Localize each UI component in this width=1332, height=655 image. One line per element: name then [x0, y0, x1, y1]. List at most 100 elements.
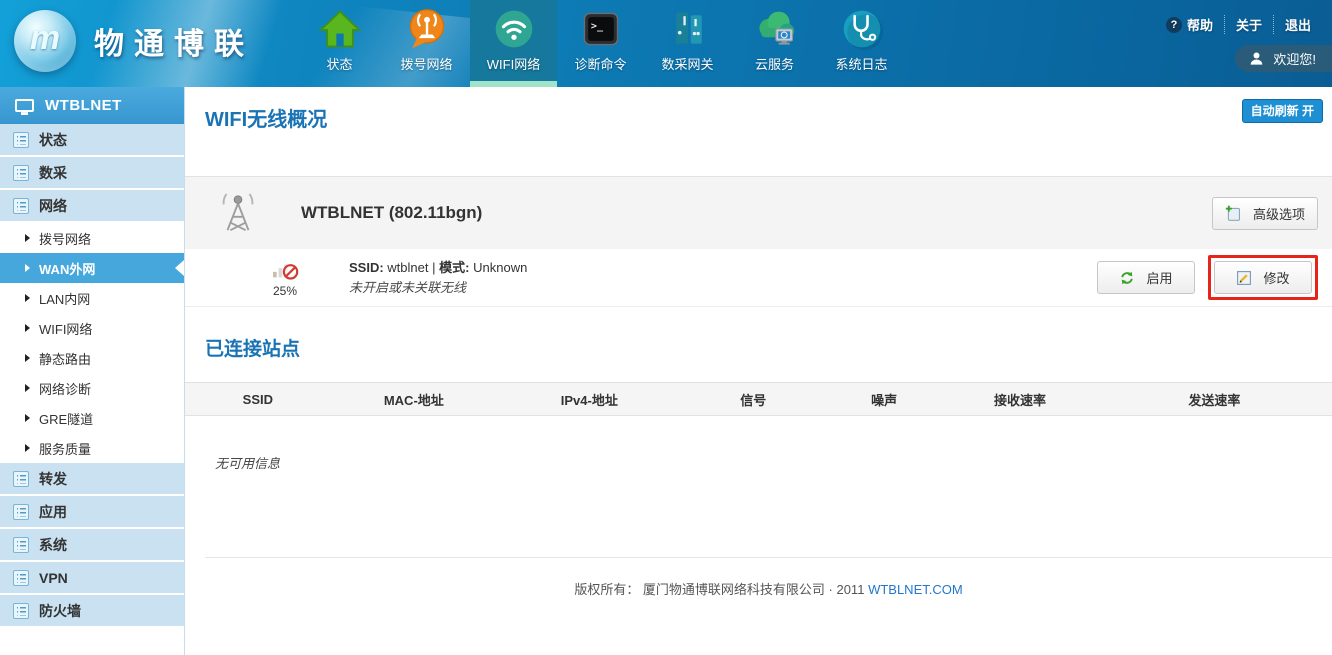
broadcast-bubble-icon	[405, 5, 449, 53]
list-icon	[13, 603, 29, 619]
edit-icon	[1236, 270, 1252, 286]
table-header-row: SSID MAC-地址 IPv4-地址 信号 噪声 接收速率 发送速率	[185, 383, 1332, 416]
tab-diagnostic-commands[interactable]: >_ 诊断命令	[557, 0, 644, 87]
sidebar-item-applications[interactable]: 应用	[0, 496, 184, 529]
welcome-badge[interactable]: 欢迎您!	[1235, 45, 1332, 72]
modify-highlight: 修改	[1208, 255, 1318, 300]
sidebar-item-firewall[interactable]: 防火墙	[0, 595, 184, 628]
copyright-text: 版权所有： 厦门物通博联网络科技有限公司 · 2011	[574, 582, 864, 597]
sidebar-subitem-wifi-network[interactable]: WIFI网络	[0, 313, 184, 343]
sidebar-subitem-wan[interactable]: WAN外网	[0, 253, 184, 283]
antenna-icon	[217, 190, 259, 236]
sidebar-item-label: GRE隧道	[39, 409, 93, 428]
sidebar-item-label: VPN	[39, 570, 68, 586]
tab-data-gateway[interactable]: 数采网关	[644, 0, 731, 87]
col-ipv4-address: IPv4-地址	[497, 383, 682, 416]
triangle-icon	[25, 264, 30, 272]
tab-status[interactable]: 状态	[296, 0, 383, 87]
wifi-status-note: 未开启或未关联无线	[349, 278, 527, 298]
main-content: WIFI无线概况 自动刷新 开 WTBLNET (802.11bgn) 高级选项	[185, 87, 1332, 655]
enable-label: 启用	[1146, 268, 1172, 287]
sidebar-item-label: 服务质量	[39, 439, 91, 458]
wifi-section-heading: WTBLNET (802.11bgn)	[301, 203, 482, 223]
note-plus-icon	[1225, 205, 1242, 222]
list-icon	[13, 132, 29, 148]
sidebar-item-label: 状态	[39, 130, 67, 150]
logout-label: 退出	[1285, 15, 1311, 34]
sidebar-item-label: WIFI网络	[39, 319, 92, 338]
sidebar-item-label: 转发	[39, 469, 67, 489]
wifi-action-buttons: 启用 修改	[1097, 255, 1318, 300]
top-navigation: 状态 拨号网络	[296, 0, 905, 87]
ssid-info: SSID: wtblnet | 模式: Unknown 未开启或未关联无线	[349, 258, 527, 298]
list-icon	[13, 504, 29, 520]
sidebar-item-status[interactable]: 状态	[0, 124, 184, 157]
sidebar-item-forwarding[interactable]: 转发	[0, 463, 184, 496]
header-utility-links: ? 帮助 关于 退出	[1155, 15, 1322, 34]
col-noise: 噪声	[825, 383, 943, 416]
sidebar-item-label: 网络	[39, 196, 67, 216]
triangle-icon	[25, 414, 30, 422]
welcome-label: 欢迎您!	[1273, 49, 1316, 68]
tab-label: 云服务	[755, 54, 794, 73]
question-icon: ?	[1166, 17, 1182, 33]
device-name: WTBLNET	[45, 97, 122, 114]
sidebar-item-network[interactable]: 网络	[0, 190, 184, 223]
sidebar-subitem-network-diagnostics[interactable]: 网络诊断	[0, 373, 184, 403]
tab-label: 状态	[326, 54, 352, 73]
footer-link[interactable]: WTBLNET.COM	[868, 582, 963, 597]
tab-cloud-service[interactable]: 云服务	[731, 0, 818, 87]
triangle-icon	[25, 354, 30, 362]
mode-label: 模式:	[439, 260, 469, 275]
monitor-icon	[15, 99, 34, 112]
sidebar-subitem-static-routes[interactable]: 静态路由	[0, 343, 184, 373]
advanced-options-label: 高级选项	[1253, 204, 1305, 223]
help-link[interactable]: ? 帮助	[1155, 15, 1224, 34]
enable-button[interactable]: 启用	[1097, 261, 1195, 294]
sidebar-subitem-gre-tunnel[interactable]: GRE隧道	[0, 403, 184, 433]
advanced-options-button[interactable]: 高级选项	[1212, 197, 1318, 230]
triangle-icon	[25, 324, 30, 332]
sidebar-item-data-collection[interactable]: 数采	[0, 157, 184, 190]
gateway-devices-icon	[666, 5, 710, 53]
ssid-line: SSID: wtblnet | 模式: Unknown	[349, 258, 527, 278]
triangle-icon	[25, 444, 30, 452]
help-label: 帮助	[1187, 15, 1213, 34]
modify-button[interactable]: 修改	[1214, 261, 1312, 294]
triangle-icon	[25, 384, 30, 392]
col-ssid: SSID	[185, 383, 331, 416]
ssid-label: SSID:	[349, 260, 384, 275]
tab-wifi-network[interactable]: WIFI网络	[470, 0, 557, 87]
sidebar-subitem-qos[interactable]: 服务质量	[0, 433, 184, 463]
connected-stations-heading: 已连接站点	[205, 334, 1332, 361]
signal-percent: 25%	[273, 284, 297, 298]
logout-link[interactable]: 退出	[1273, 15, 1322, 34]
footer: 版权所有： 厦门物通博联网络科技有限公司 · 2011 WTBLNET.COM	[205, 557, 1332, 598]
tab-label: 系统日志	[835, 54, 887, 73]
tab-label: 数采网关	[661, 54, 713, 73]
col-signal: 信号	[682, 383, 825, 416]
sidebar-item-label: 拨号网络	[39, 229, 91, 248]
logo-sphere-icon: m	[14, 10, 76, 72]
auto-refresh-toggle[interactable]: 自动刷新 开	[1242, 99, 1323, 123]
about-link[interactable]: 关于	[1224, 15, 1273, 34]
sidebar-subitem-lan[interactable]: LAN内网	[0, 283, 184, 313]
triangle-icon	[25, 294, 30, 302]
sidebar-subitem-dialup-network[interactable]: 拨号网络	[0, 223, 184, 253]
mode-value: Unknown	[473, 260, 527, 275]
signal-block: 25%	[263, 258, 307, 298]
wifi-section-header: WTBLNET (802.11bgn) 高级选项	[185, 177, 1332, 249]
sidebar-item-label: 数采	[39, 163, 67, 183]
brand-logo: m 物通博联	[14, 10, 254, 72]
list-icon	[13, 570, 29, 586]
ssid-value: wtblnet	[387, 260, 428, 275]
sidebar-item-system[interactable]: 系统	[0, 529, 184, 562]
home-icon	[318, 5, 362, 53]
sidebar-item-vpn[interactable]: VPN	[0, 562, 184, 595]
tab-dialup-network[interactable]: 拨号网络	[383, 0, 470, 87]
list-icon	[13, 471, 29, 487]
triangle-icon	[25, 234, 30, 242]
tab-system-log[interactable]: 系统日志	[818, 0, 905, 87]
list-icon	[13, 537, 29, 553]
wifi-icon	[492, 5, 536, 53]
